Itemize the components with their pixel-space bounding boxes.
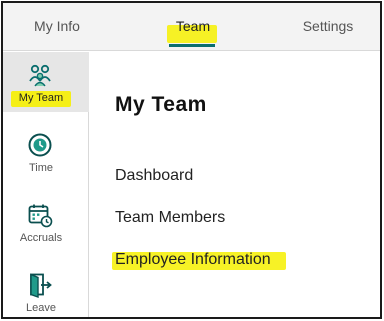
calendar-clock-icon xyxy=(28,204,53,228)
team-icon xyxy=(29,64,51,87)
sidebar-item-label: My Team xyxy=(18,92,64,104)
team-members-link[interactable]: Team Members xyxy=(115,209,225,227)
active-tab-indicator xyxy=(169,44,215,47)
tab-settings[interactable]: Settings xyxy=(288,11,368,41)
sidebar-item-label: Leave xyxy=(26,302,56,314)
tab-my-info-label: My Info xyxy=(34,18,80,34)
app-window: My Info Team Settings My Team Time Accru… xyxy=(1,1,382,319)
dashboard-link[interactable]: Dashboard xyxy=(115,167,193,185)
clock-icon xyxy=(28,133,52,157)
sidebar-item-time[interactable]: Time xyxy=(3,127,89,177)
sidebar-item-accruals[interactable]: Accruals xyxy=(3,198,89,248)
sidebar-item-label: Time xyxy=(28,162,54,174)
page-title: My Team xyxy=(115,93,207,116)
top-tab-bar: My Info Team Settings xyxy=(3,3,380,51)
sidebar-item-leave[interactable]: Leave xyxy=(3,269,89,317)
sidebar-item-my-team[interactable]: My Team xyxy=(3,52,89,112)
employee-information-link[interactable]: Employee Information xyxy=(115,251,271,269)
tab-my-info[interactable]: My Info xyxy=(17,11,97,41)
side-navigation: My Team Time Accruals Leave xyxy=(3,52,89,317)
sidebar-item-label: Accruals xyxy=(19,232,63,244)
tab-team-label: Team xyxy=(175,18,211,34)
door-exit-icon xyxy=(30,273,52,298)
employee-information-link-label: Employee Information xyxy=(115,251,271,268)
tab-settings-label: Settings xyxy=(302,18,354,34)
team-members-link-label: Team Members xyxy=(115,209,226,226)
dashboard-link-label: Dashboard xyxy=(115,167,194,184)
tab-team[interactable]: Team xyxy=(155,11,231,41)
